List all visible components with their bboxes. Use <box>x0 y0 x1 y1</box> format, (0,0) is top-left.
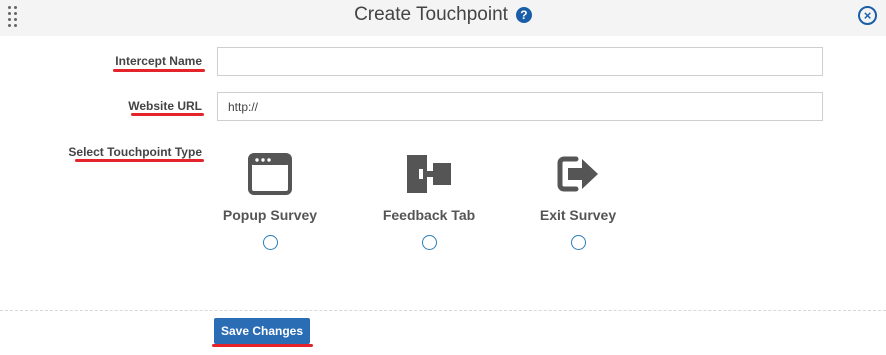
close-icon[interactable]: × <box>858 6 877 25</box>
footer-divider <box>0 310 886 311</box>
exit-arrow-icon <box>557 156 598 192</box>
option-popup-survey[interactable]: Popup Survey <box>210 153 330 250</box>
website-url-label: Website URL <box>128 99 202 113</box>
browser-window-icon <box>248 153 292 195</box>
feedback-tab-label: Feedback Tab <box>382 207 476 223</box>
dialog-title-wrap: Create Touchpoint ? <box>0 4 886 26</box>
intercept-name-input[interactable] <box>217 47 823 76</box>
exit-survey-radio[interactable] <box>570 235 586 250</box>
intercept-name-underline <box>113 69 205 72</box>
touchpoint-type-label: Select Touchpoint Type <box>68 145 202 159</box>
feedback-tab-radio[interactable] <box>421 235 437 250</box>
option-feedback-tab[interactable]: Feedback Tab <box>369 153 489 250</box>
dialog-title: Create Touchpoint <box>354 4 508 25</box>
save-changes-button[interactable]: Save Changes <box>214 318 310 344</box>
website-url-input[interactable] <box>217 92 823 121</box>
popup-survey-radio[interactable] <box>262 235 278 250</box>
website-url-underline <box>131 113 204 116</box>
exit-survey-label: Exit Survey <box>539 207 617 223</box>
option-exit-survey[interactable]: Exit Survey <box>518 153 638 250</box>
intercept-name-label: Intercept Name <box>115 54 202 68</box>
save-button-underline <box>212 344 313 347</box>
help-icon[interactable]: ? <box>515 7 532 23</box>
dialog-header: Create Touchpoint ? × <box>0 0 886 36</box>
popup-survey-label: Popup Survey <box>222 207 318 223</box>
feedback-tab-icon <box>407 155 451 193</box>
touchpoint-type-underline <box>75 159 204 162</box>
